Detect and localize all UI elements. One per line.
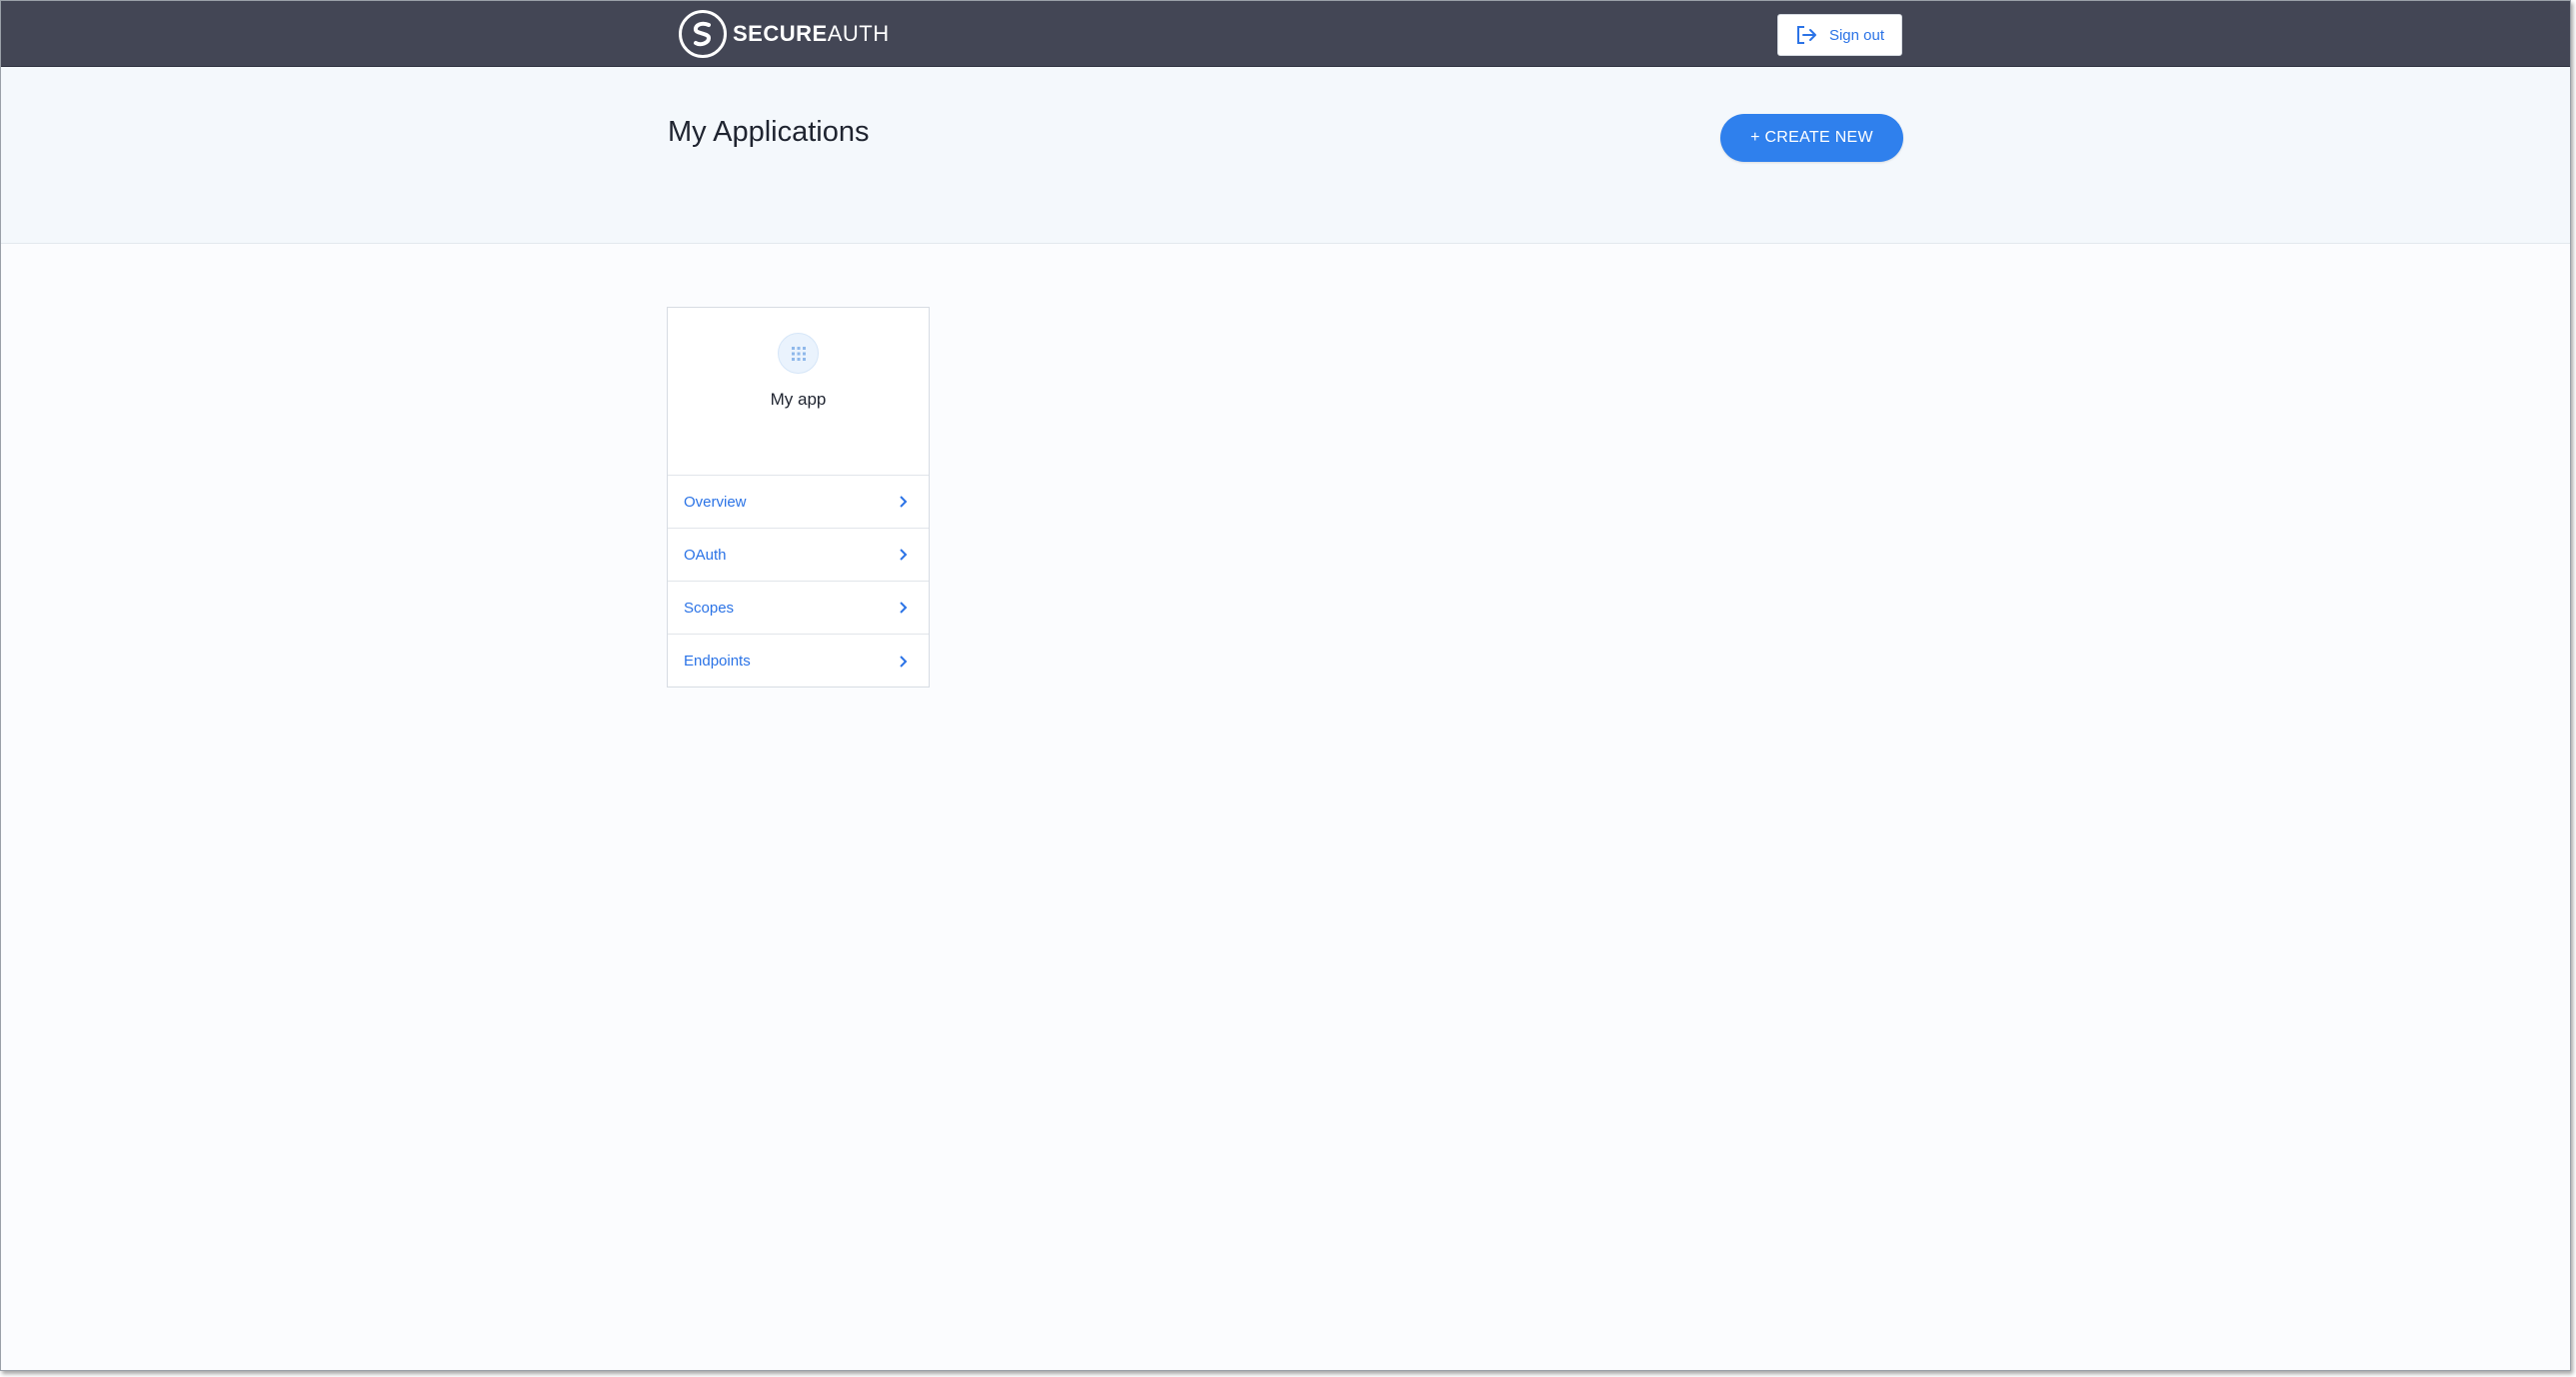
- browser-window: SECUREAUTH Sign out My Applications + CR…: [0, 0, 2571, 1371]
- page-header: My Applications + CREATE NEW: [1, 67, 2570, 244]
- app-link-oauth[interactable]: OAuth: [668, 529, 929, 582]
- app-link-overview[interactable]: Overview: [668, 476, 929, 529]
- sign-out-button[interactable]: Sign out: [1777, 14, 1902, 56]
- chevron-right-icon: [900, 602, 908, 614]
- grid-icon: [778, 333, 819, 374]
- app-link-label: OAuth: [684, 546, 727, 564]
- secureauth-logo-icon: [679, 10, 727, 58]
- brand-logo[interactable]: SECUREAUTH: [679, 10, 890, 58]
- app-link-label: Endpoints: [684, 653, 751, 670]
- sign-out-icon: [1796, 26, 1816, 44]
- sign-out-label: Sign out: [1828, 26, 1885, 44]
- create-new-button[interactable]: + CREATE NEW: [1720, 114, 1903, 162]
- app-link-scopes[interactable]: Scopes: [668, 582, 929, 635]
- page-title: My Applications: [668, 116, 870, 148]
- app-name: My app: [770, 390, 827, 409]
- app-card-header: My app: [668, 308, 929, 476]
- app-link-label: Overview: [684, 493, 747, 511]
- app-link-label: Scopes: [684, 599, 735, 617]
- app-link-endpoints[interactable]: Endpoints: [668, 635, 929, 688]
- top-navbar: SECUREAUTH Sign out: [1, 1, 2570, 67]
- chevron-right-icon: [900, 655, 908, 668]
- chevron-right-icon: [900, 496, 908, 508]
- app-card: My app Overview OAuth Scopes Endpoints: [667, 307, 930, 688]
- brand-name-light: AUTH: [827, 21, 890, 46]
- brand-name: SECUREAUTH: [733, 21, 890, 47]
- chevron-right-icon: [900, 549, 908, 561]
- brand-name-bold: SECURE: [733, 21, 828, 46]
